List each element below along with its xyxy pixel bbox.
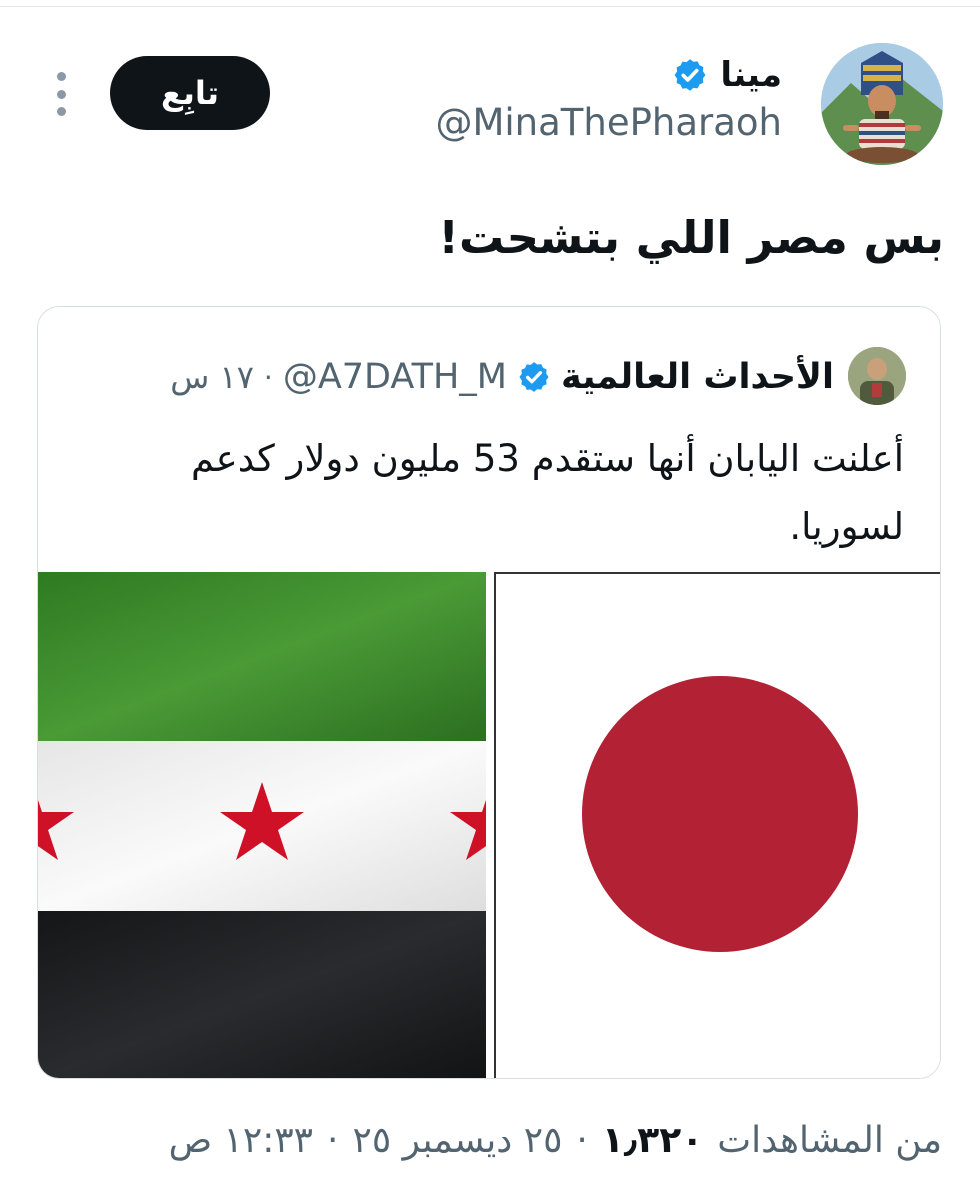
tweet-time[interactable]: ١٢:٣٣ ص	[169, 1120, 313, 1161]
follow-button[interactable]: تابِع	[110, 56, 270, 130]
quoted-tweet-card[interactable]: الأحداث العالمية @A7DATH_M · ١٧ س أعلنت …	[37, 306, 941, 1079]
author-display-name[interactable]: مينا	[720, 55, 782, 95]
quoted-tweet-media	[38, 572, 940, 1078]
more-vertical-icon[interactable]	[50, 72, 72, 116]
views-count[interactable]: ١٫٣٢٠	[602, 1120, 703, 1161]
author-handle[interactable]: @MinaThePharaoh	[435, 101, 782, 144]
tweet-meta-row: ١٢:٣٣ ص · ٢٥ ديسمبر ٢٥ · ١٫٣٢٠ من المشاه…	[169, 1112, 942, 1168]
quoted-author-handle[interactable]: @A7DATH_M	[283, 357, 507, 397]
top-divider	[0, 6, 980, 7]
quoted-author-avatar[interactable]	[848, 347, 906, 405]
verified-badge-icon	[519, 362, 549, 392]
views-label: من المشاهدات	[717, 1119, 942, 1161]
syria-flag-image[interactable]	[38, 572, 486, 1078]
japan-flag-image[interactable]	[494, 572, 940, 1078]
author-name-row: مينا	[672, 52, 782, 98]
separator-dot: ·	[576, 1119, 588, 1161]
tweet-date[interactable]: ٢٥ ديسمبر ٢٥	[352, 1120, 562, 1161]
tweet-text: بس مصر اللي بتشحت!	[438, 211, 944, 264]
quoted-tweet-text: أعلنت اليابان أنها ستقدم 53 مليون دولار …	[191, 437, 904, 548]
separator-dot: ·	[263, 360, 273, 394]
separator-dot: ·	[327, 1119, 339, 1161]
quoted-tweet-time[interactable]: ١٧ س	[170, 358, 254, 396]
verified-badge-icon	[674, 59, 706, 91]
author-avatar[interactable]	[821, 43, 943, 165]
quoted-author-name[interactable]: الأحداث العالمية	[561, 357, 834, 397]
quoted-tweet-header: الأحداث العالمية @A7DATH_M · ١٧ س	[170, 351, 834, 403]
